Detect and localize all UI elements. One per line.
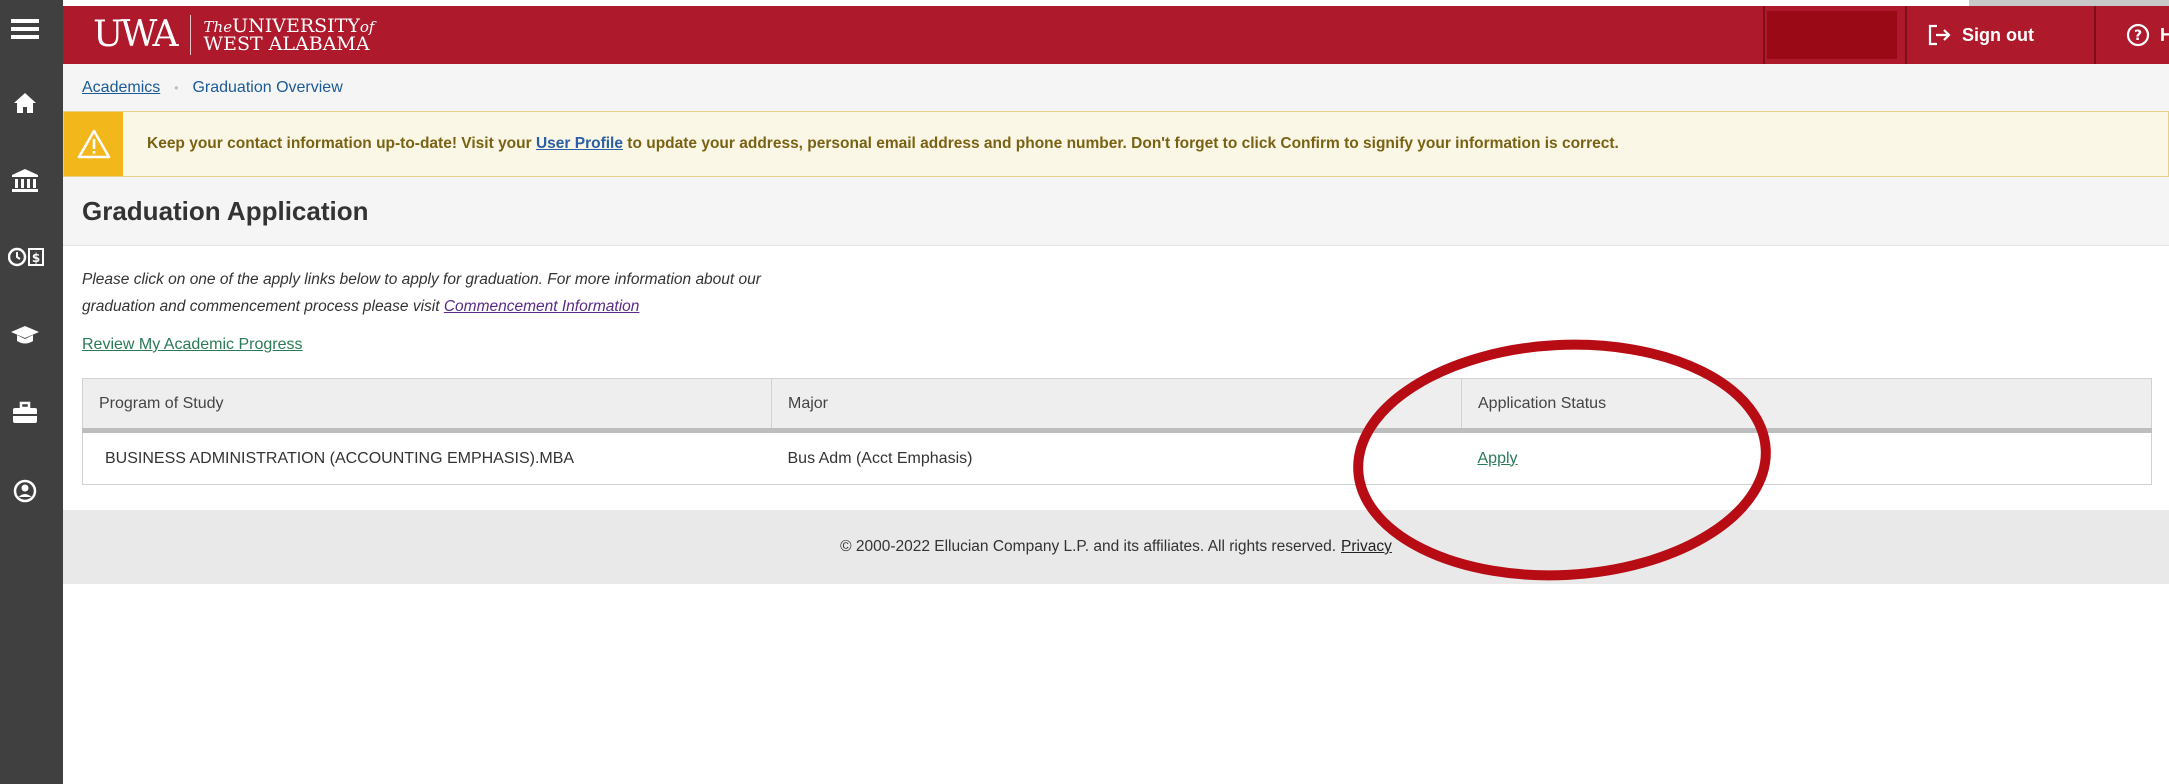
breadcrumb-academics-link[interactable]: Academics <box>82 79 160 97</box>
window-corner-shade <box>1969 0 2169 6</box>
program-cell: BUSINESS ADMINISTRATION (ACCOUNTING EMPH… <box>82 430 772 485</box>
user-circle-icon[interactable] <box>10 476 40 506</box>
commencement-information-link[interactable]: Commencement Information <box>444 298 640 315</box>
intro-line-1: Please click on one of the apply links b… <box>82 271 761 288</box>
sign-out-label: Sign out <box>1962 24 2034 45</box>
table-row: BUSINESS ADMINISTRATION (ACCOUNTING EMPH… <box>82 430 2152 485</box>
help-icon: ? <box>2126 23 2150 47</box>
page-footer: © 2000-2022 Ellucian Company L.P. and it… <box>63 510 2169 584</box>
column-header-program: Program of Study <box>82 378 772 433</box>
column-header-status: Application Status <box>1461 378 2152 433</box>
header-divider <box>1905 6 1907 64</box>
breadcrumb: Academics • Graduation Overview <box>63 64 2169 111</box>
top-header-bar: UWA TheUNIVERSITYof WEST ALABAMA Sign ou… <box>63 6 2169 64</box>
notification-message: Keep your contact information up-to-date… <box>123 135 1619 153</box>
major-cell: Bus Adm (Acct Emphasis) <box>771 430 1462 485</box>
intro-text: Please click on one of the apply links b… <box>82 266 842 320</box>
notification-suffix: to update your address, personal email a… <box>622 135 1619 152</box>
svg-text:$: $ <box>32 251 40 265</box>
help-label: Help <box>2160 24 2169 45</box>
table-header-row: Program of Study Major Application Statu… <box>82 378 2152 433</box>
page-title: Graduation Application <box>82 195 369 226</box>
logo-west-alabama: WEST ALABAMA <box>203 32 370 55</box>
sign-out-button[interactable]: Sign out <box>1928 6 2034 64</box>
header-divider <box>2094 6 2096 64</box>
user-profile-link[interactable]: User Profile <box>536 135 623 152</box>
notification-prefix: Keep your contact information up-to-date… <box>147 135 536 152</box>
status-cell: Apply <box>1461 430 2152 485</box>
logo-wordmark: TheUNIVERSITYof WEST ALABAMA <box>191 16 375 55</box>
privacy-link[interactable]: Privacy <box>1341 538 1392 556</box>
home-icon[interactable] <box>10 88 40 118</box>
breadcrumb-separator: • <box>174 80 179 95</box>
graduation-cap-icon[interactable] <box>10 320 40 350</box>
svg-text:?: ? <box>2134 28 2142 44</box>
menu-icon[interactable] <box>10 14 40 44</box>
review-academic-progress-link[interactable]: Review My Academic Progress <box>82 336 303 354</box>
contact-info-notification: Keep your contact information up-to-date… <box>63 111 2169 177</box>
side-navigation-rail: $ <box>0 0 63 784</box>
apply-link[interactable]: Apply <box>1478 450 1518 467</box>
copyright-text: © 2000-2022 Ellucian Company L.P. and it… <box>840 538 1337 555</box>
bank-icon[interactable] <box>10 166 40 196</box>
sign-out-icon <box>1928 24 1952 46</box>
university-logo[interactable]: UWA TheUNIVERSITYof WEST ALABAMA <box>93 14 374 56</box>
logo-mark: UWA <box>93 15 191 55</box>
warning-icon <box>64 112 123 176</box>
finance-icon[interactable]: $ <box>6 242 46 272</box>
help-button[interactable]: ? Help <box>2126 6 2169 64</box>
column-header-major: Major <box>771 378 1462 433</box>
graduation-programs-table: Program of Study Major Application Statu… <box>82 378 2152 485</box>
user-name-block[interactable] <box>1767 11 1897 59</box>
briefcase-icon[interactable] <box>10 398 40 428</box>
breadcrumb-current: Graduation Overview <box>192 78 343 96</box>
page-title-bar: Graduation Application <box>63 177 2169 246</box>
intro-line-2: graduation and commencement process plea… <box>82 298 444 315</box>
header-divider <box>1763 6 1765 64</box>
